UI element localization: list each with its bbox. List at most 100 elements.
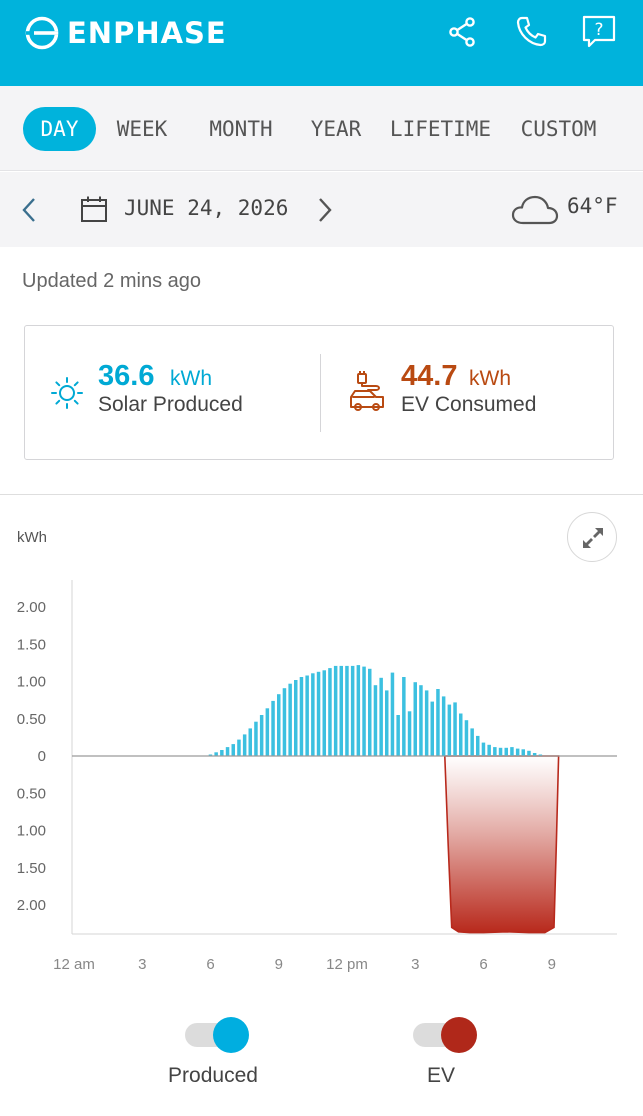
ev-consumed-unit: kWh	[469, 367, 511, 390]
produced-bar	[368, 668, 372, 756]
produced-bar	[294, 680, 298, 756]
y-tick-label: 1.00	[17, 823, 46, 840]
sun-icon	[51, 377, 83, 409]
produced-bar	[459, 713, 463, 756]
x-tick-label: 12 am	[53, 956, 95, 973]
produced-bar	[322, 670, 326, 756]
produced-bar	[436, 689, 440, 756]
toggle-produced-label: Produced	[168, 1064, 258, 1087]
produced-bar	[237, 739, 241, 756]
produced-bar	[441, 696, 446, 756]
toggle-produced-knob	[213, 1017, 249, 1053]
x-tick-label: 9	[275, 956, 283, 973]
selected-date[interactable]: JUNE 24, 2026	[124, 196, 288, 220]
produced-bar	[328, 668, 332, 756]
produced-bar	[447, 704, 452, 756]
produced-bar	[453, 702, 457, 756]
calendar-icon[interactable]	[80, 195, 108, 223]
enphase-logo-icon	[25, 16, 59, 50]
produced-bar	[476, 735, 480, 756]
help-glyph: ?	[594, 20, 603, 40]
produced-bar	[345, 665, 349, 756]
y-tick-label: 1.50	[17, 636, 46, 653]
produced-bar	[316, 671, 321, 756]
summary-divider	[320, 354, 321, 432]
share-icon[interactable]	[444, 14, 480, 50]
toggle-produced[interactable]: Produced	[143, 1017, 283, 1097]
toggle-ev-label: EV	[426, 1064, 455, 1087]
produced-bar	[527, 750, 531, 756]
x-tick-label: 3	[138, 956, 146, 973]
help-icon[interactable]: ?	[581, 14, 617, 50]
temperature: 64°F	[567, 194, 618, 218]
produced-bar	[271, 700, 275, 756]
solar-produced-unit: kWh	[170, 367, 212, 390]
produced-bar	[265, 708, 270, 756]
chevron-left-icon[interactable]	[18, 196, 42, 224]
produced-bar	[402, 677, 406, 756]
energy-summary-card: 36.6 kWh Solar Produced 44.7 kWh EV Cons…	[24, 325, 614, 460]
x-tick-label: 6	[206, 956, 214, 973]
produced-bar	[430, 701, 434, 756]
toggle-ev-knob	[441, 1017, 477, 1053]
produced-bar	[220, 750, 224, 756]
x-tick-label: 6	[479, 956, 487, 973]
produced-bar	[481, 742, 486, 756]
app-header: ENPHASE ?	[0, 0, 643, 86]
tab-month[interactable]: MONTH	[197, 107, 285, 151]
energy-chart: 2.00 1.50 1.00 0.50 0 0.50 1.00 1.50 2.00 12 am 3 6…	[17, 580, 617, 973]
produced-bar	[282, 688, 287, 756]
ev-consumed-label: EV Consumed	[401, 393, 537, 416]
produced-bar	[248, 728, 252, 756]
tab-week[interactable]: WEEK	[106, 107, 178, 151]
expand-chart-button[interactable]	[567, 512, 617, 562]
ev-series-area	[443, 755, 560, 934]
y-tick-label: 0	[38, 748, 46, 765]
tab-day[interactable]: DAY	[23, 107, 96, 151]
produced-bar	[396, 715, 400, 756]
produced-bar	[311, 673, 315, 756]
cloud-icon	[511, 195, 559, 225]
produced-bar	[277, 694, 281, 756]
tab-custom[interactable]: CUSTOM	[510, 107, 607, 151]
y-tick-label: 0.50	[17, 785, 46, 802]
date-navigation: JUNE 24, 2026 64°F	[0, 172, 643, 247]
brand-name: ENPHASE	[67, 16, 227, 50]
x-tick-label: 12 pm	[326, 956, 368, 973]
produced-bar	[350, 665, 355, 756]
produced-bar	[242, 734, 247, 756]
enphase-logo: ENPHASE	[24, 14, 227, 52]
produced-bar	[254, 721, 258, 756]
toggle-ev[interactable]: EV	[371, 1017, 511, 1097]
produced-bar	[424, 690, 429, 756]
y-tick-label: 1.00	[17, 674, 46, 691]
produced-bar	[259, 715, 264, 756]
x-tick-label: 3	[411, 956, 419, 973]
y-tick-label: 2.00	[17, 897, 46, 914]
produced-bar	[470, 728, 474, 756]
produced-bar	[299, 677, 304, 756]
produced-bar	[493, 747, 497, 756]
produced-bar	[305, 675, 309, 756]
produced-bar	[379, 677, 383, 756]
chart-y-unit: kWh	[17, 529, 47, 546]
period-tabs: DAY WEEK MONTH YEAR LIFETIME CUSTOM	[0, 86, 643, 171]
produced-bar	[515, 748, 520, 757]
produced-bar	[419, 685, 423, 756]
produced-bar	[464, 720, 469, 756]
y-tick-label: 0.50	[17, 711, 46, 728]
phone-icon[interactable]	[513, 14, 549, 50]
ev-consumed-value: 44.7	[401, 360, 458, 392]
chevron-right-icon[interactable]	[312, 196, 336, 224]
produced-bar	[521, 749, 525, 756]
tab-lifetime[interactable]: LIFETIME	[388, 107, 493, 151]
produced-bar	[225, 747, 230, 756]
expand-icon	[583, 528, 603, 548]
section-divider	[0, 494, 643, 495]
solar-produced-value: 36.6	[98, 360, 155, 392]
produced-bar	[504, 747, 508, 756]
y-tick-label: 2.00	[17, 599, 46, 616]
tab-year[interactable]: YEAR	[302, 107, 370, 151]
produced-bar	[231, 744, 235, 756]
produced-bar	[362, 666, 366, 756]
